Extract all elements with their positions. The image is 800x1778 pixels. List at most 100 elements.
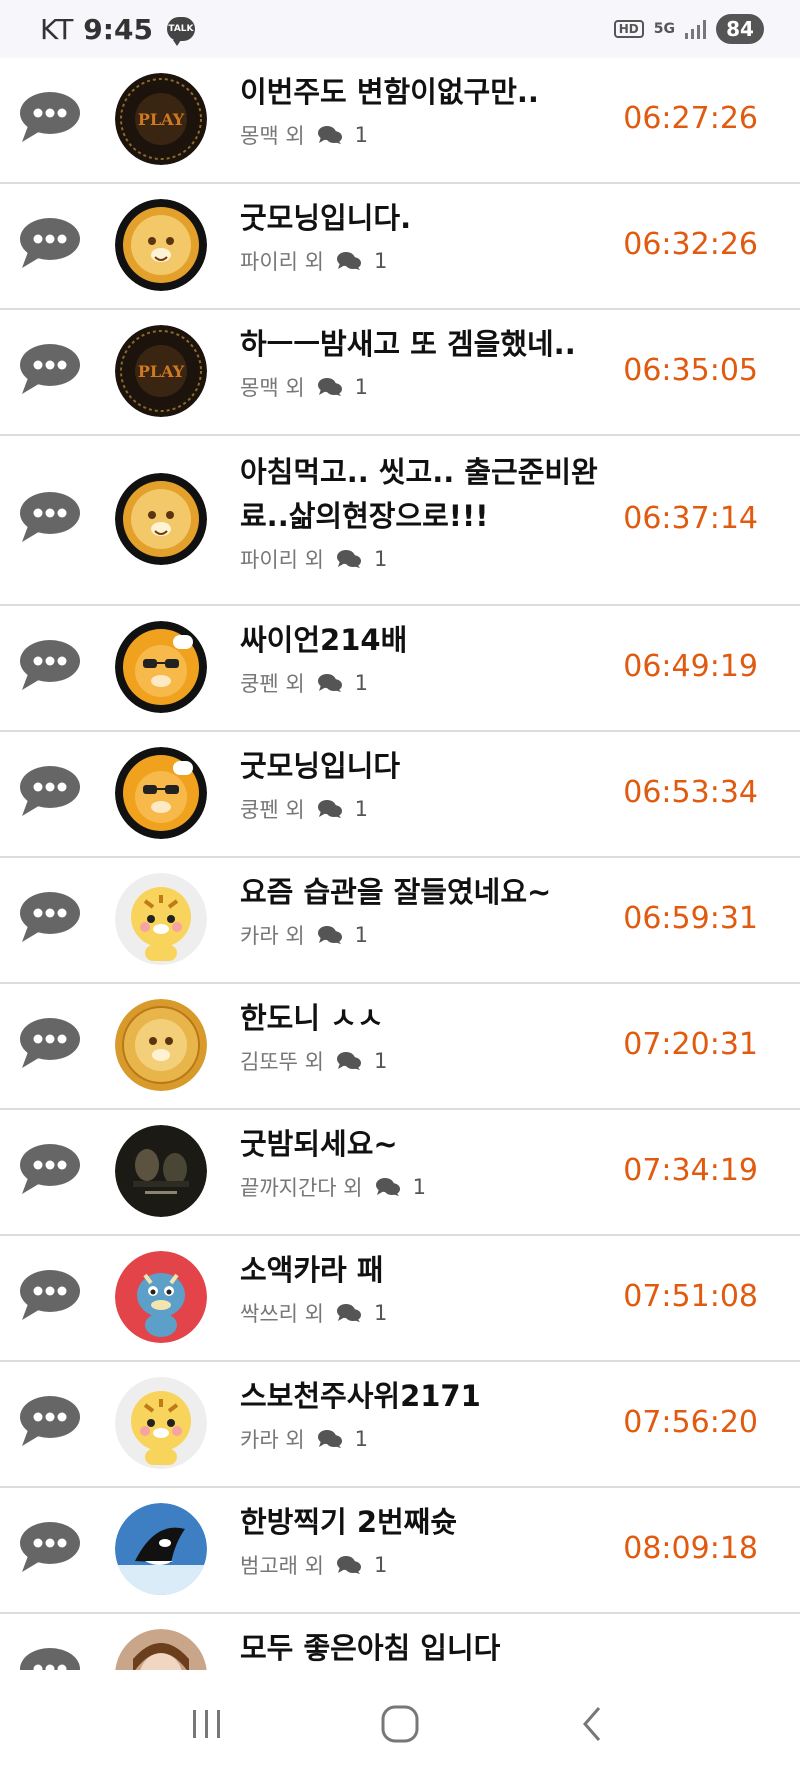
post-meta: 카라 외 1	[240, 920, 620, 950]
avatar[interactable]: PLAY	[115, 73, 207, 165]
post-title[interactable]: 스보천주사위2171	[240, 1374, 620, 1418]
recent-apps-button[interactable]	[177, 1694, 237, 1754]
post-text: 이번주도 변함이없구만.. 몽맥 외 1	[240, 70, 620, 150]
chat-bubble-icon	[16, 636, 82, 694]
post-row[interactable]: 굿밤되세요~ 끝까지간다 외 1 07:34:19	[0, 1110, 800, 1236]
post-row[interactable]: 굿모닝입니다. 파이리 외 1 06:32:26	[0, 184, 800, 310]
avatar[interactable]	[115, 999, 207, 1091]
post-meta: 파이리 외 1	[240, 544, 620, 574]
comment-count: 1	[373, 1301, 388, 1325]
home-icon	[381, 1705, 419, 1743]
post-text: 모두 좋은아침 입니다	[240, 1626, 620, 1670]
post-author: 파이리 외	[240, 250, 324, 274]
post-meta: 끝까지간다 외 1	[240, 1172, 620, 1202]
chat-bubble-icon	[16, 340, 82, 398]
comment-icon	[317, 1429, 343, 1449]
avatar[interactable]	[115, 873, 207, 965]
post-title[interactable]: 굿모닝입니다.	[240, 196, 620, 240]
home-button[interactable]	[370, 1694, 430, 1754]
post-title[interactable]: 이번주도 변함이없구만..	[240, 70, 620, 114]
avatar[interactable]	[115, 1377, 207, 1469]
back-button[interactable]	[563, 1694, 623, 1754]
post-time: 06:49:19	[623, 649, 758, 684]
comment-count: 1	[373, 1049, 388, 1073]
post-row[interactable]: PLAY 하ㅡㅡ밤새고 또 겜을했네.. 몽맥 외 1 06:35:05	[0, 310, 800, 436]
post-text: 굿밤되세요~ 끝까지간다 외 1	[240, 1122, 620, 1202]
avatar[interactable]	[115, 1503, 207, 1595]
post-meta: 쿵펜 외 1	[240, 668, 620, 698]
chat-bubble-icon	[16, 1266, 82, 1324]
post-row[interactable]: 싸이언214배쿵펜 외 1 06:49:19	[0, 606, 800, 732]
post-title[interactable]: 싸이언214배	[240, 618, 620, 662]
chat-bubble-icon	[16, 1644, 82, 1670]
post-time: 06:27:26	[623, 101, 758, 136]
comment-icon	[336, 1051, 362, 1071]
comment-icon	[317, 377, 343, 397]
post-row[interactable]: 아침먹고.. 씻고.. 출근준비완료..삶의현장으로!!! 파이리 외 1 06:37…	[0, 436, 800, 606]
post-title[interactable]: 요즘 습관을 잘들였네요~	[240, 870, 620, 914]
post-row[interactable]: 소액카라 패 싹쓰리 외 1 07:51:08	[0, 1236, 800, 1362]
post-title[interactable]: 아침먹고.. 씻고.. 출근준비완료..삶의현장으로!!!	[240, 450, 620, 538]
post-author: 쿵펜 외	[240, 672, 305, 696]
post-title[interactable]: 모두 좋은아침 입니다	[240, 1626, 620, 1670]
post-text: 굿모닝입니다. 파이리 외 1	[240, 196, 620, 276]
comment-icon	[336, 251, 362, 271]
chat-bubble-icon	[16, 1392, 82, 1450]
comment-icon	[336, 549, 362, 569]
post-time: 06:32:26	[623, 227, 758, 262]
post-author: 몽맥 외	[240, 376, 305, 400]
chat-bubble-icon	[16, 488, 82, 546]
post-meta: 몽맥 외 1	[240, 372, 620, 402]
post-title[interactable]: 굿모닝입니다	[240, 744, 620, 788]
comment-icon	[336, 1555, 362, 1575]
comment-count: 1	[354, 375, 369, 399]
post-author: 카라 외	[240, 1428, 305, 1452]
comment-icon	[317, 125, 343, 145]
post-row[interactable]: 한방찍기 2번째슛 범고래 외 1 08:09:18	[0, 1488, 800, 1614]
comment-icon	[317, 799, 343, 819]
avatar[interactable]	[115, 1629, 207, 1670]
post-time: 06:35:05	[623, 353, 758, 388]
comment-count: 1	[412, 1175, 426, 1199]
post-row[interactable]: 요즘 습관을 잘들였네요~ 카라 외 1 06:59:31	[0, 858, 800, 984]
post-text: 한방찍기 2번째슛 범고래 외 1	[240, 1500, 620, 1580]
post-row[interactable]: 한도니 ㅅㅅ 김또뚜 외 1 07:20:31	[0, 984, 800, 1110]
avatar[interactable]	[115, 621, 207, 713]
post-text: 소액카라 패싹쓰리 외 1	[240, 1248, 620, 1328]
signal-icon	[685, 19, 706, 39]
talk-notification-icon: TALK	[166, 17, 195, 46]
post-author: 끝까지간다 외	[240, 1176, 363, 1200]
avatar[interactable]: PLAY	[115, 325, 207, 417]
post-time: 08:09:18	[623, 1531, 758, 1566]
post-title[interactable]: 한도니 ㅅㅅ	[240, 996, 620, 1040]
post-time: 06:59:31	[623, 901, 758, 936]
avatar[interactable]	[115, 747, 207, 839]
post-title[interactable]: 굿밤되세요~	[240, 1122, 620, 1166]
post-author: 싹쓰리 외	[240, 1302, 324, 1326]
post-text: 굿모닝입니다 쿵펜 외 1	[240, 744, 620, 824]
post-row[interactable]: PLAY 이번주도 변함이없구만.. 몽맥 외 1 06:27:26	[0, 58, 800, 184]
comment-count: 1	[354, 671, 369, 695]
post-row[interactable]: 스보천주사위2171 카라 외 1 07:56:20	[0, 1362, 800, 1488]
back-icon	[583, 1707, 601, 1741]
post-row[interactable]: 모두 좋은아침 입니다	[0, 1614, 800, 1670]
avatar[interactable]	[115, 1251, 207, 1343]
post-meta: 김또뚜 외 1	[240, 1046, 620, 1076]
comment-count: 1	[354, 797, 369, 821]
status-bar: KT 9:45 TALK HD 5G 84	[0, 0, 800, 58]
post-row[interactable]: 굿모닝입니다 쿵펜 외 1 06:53:34	[0, 732, 800, 858]
post-list[interactable]: PLAY 이번주도 변함이없구만.. 몽맥 외 1 06:27:26 굿모닝입니다. 파이리…	[0, 58, 800, 1670]
post-title[interactable]: 한방찍기 2번째슛	[240, 1500, 620, 1544]
comment-count: 1	[354, 1427, 369, 1451]
post-title[interactable]: 소액카라 패	[240, 1248, 620, 1292]
avatar[interactable]	[115, 473, 207, 565]
network-5g-icon: 5G	[653, 21, 675, 37]
avatar[interactable]	[115, 199, 207, 291]
post-author: 몽맥 외	[240, 124, 305, 148]
post-title[interactable]: 하ㅡㅡ밤새고 또 겜을했네..	[240, 322, 620, 366]
avatar[interactable]	[115, 1125, 207, 1217]
chat-bubble-icon	[16, 88, 82, 146]
chat-bubble-icon	[16, 1140, 82, 1198]
comment-icon	[317, 673, 343, 693]
comment-count: 1	[373, 547, 388, 571]
